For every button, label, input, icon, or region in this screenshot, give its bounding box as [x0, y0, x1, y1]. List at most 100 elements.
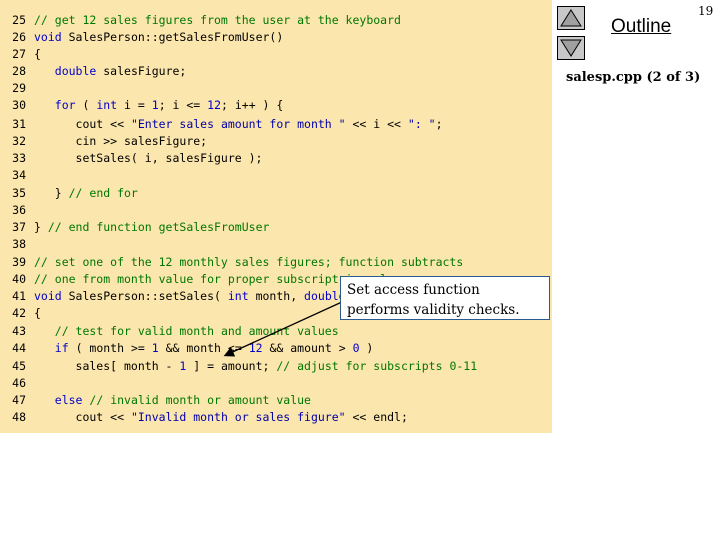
code-token: // set one of the 12 monthly sales figur…: [34, 255, 464, 269]
code-token: "Invalid month or sales figure": [130, 410, 346, 424]
code-token: {: [34, 306, 41, 320]
code-token: ; i <=: [158, 98, 208, 112]
code-token: sales[ month -: [34, 359, 180, 373]
code-token: // test for valid month and amount value…: [54, 324, 339, 338]
code-token: SalesPerson::setSales(: [61, 289, 228, 303]
line-number: 41: [12, 289, 26, 303]
code-token: SalesPerson::getSalesFromUser(): [61, 30, 284, 44]
line-number: 38: [12, 237, 26, 251]
code-token: int: [227, 289, 249, 303]
code-token: 1: [151, 98, 159, 112]
code-token: << endl;: [345, 410, 408, 424]
line-number: 46: [12, 376, 26, 390]
line-number: 39: [12, 255, 26, 269]
previous-slide-button[interactable]: [557, 6, 585, 30]
next-slide-button[interactable]: [557, 36, 585, 60]
code-token: month,: [248, 289, 305, 303]
code-line: 26 void SalesPerson::getSalesFromUser(): [0, 29, 283, 46]
code-panel: 25 // get 12 sales figures from the user …: [0, 0, 552, 433]
line-number: 32: [12, 134, 26, 148]
callout-text: Set access function performs validity ch…: [347, 282, 520, 318]
code-line: 45 sales[ month - 1 ] = amount; // adjus…: [0, 358, 477, 375]
code-token: void: [34, 289, 62, 303]
code-line: 35 } // end for: [0, 185, 138, 202]
code-token: && amount >: [262, 341, 353, 355]
triangle-down-icon: [560, 39, 582, 57]
code-token: ): [359, 341, 374, 355]
code-token: 1: [151, 341, 159, 355]
code-token: (: [75, 98, 97, 112]
code-line: 38: [0, 236, 34, 253]
code-token: 12: [248, 341, 263, 355]
line-number: 48: [12, 410, 26, 424]
code-token: else: [54, 393, 83, 407]
code-token: // invalid month or amount value: [89, 393, 311, 407]
code-line: 37} // end function getSalesFromUser: [0, 219, 269, 236]
code-line: 31 cout << "Enter sales amount for month…: [0, 116, 443, 133]
code-line: 29: [0, 80, 34, 97]
code-token: setSales( i, salesFigure );: [34, 151, 263, 165]
line-number: 28: [12, 64, 26, 78]
code-line: 30 for ( int i = 1; i <= 12; i++ ) {: [0, 97, 283, 114]
code-token: << i <<: [345, 117, 408, 131]
code-token: {: [34, 47, 41, 61]
code-token: }: [34, 186, 69, 200]
code-token: double: [54, 64, 97, 78]
code-token: ] = amount;: [186, 359, 277, 373]
code-token: "Enter sales amount for month ": [130, 117, 346, 131]
code-line: 27 {: [0, 46, 41, 63]
code-token: ": ": [407, 117, 436, 131]
line-number: 31: [12, 117, 26, 131]
line-number: 35: [12, 186, 26, 200]
line-number: 47: [12, 393, 26, 407]
code-line: 33 setSales( i, salesFigure );: [0, 150, 262, 167]
code-token: // end function getSalesFromUser: [47, 220, 270, 234]
code-token: salesFigure;: [96, 64, 187, 78]
code-token: i =: [117, 98, 152, 112]
triangle-up-icon: [560, 9, 582, 27]
code-line: 36: [0, 202, 34, 219]
line-number: 25: [12, 13, 26, 27]
code-line: 42 {: [0, 305, 41, 322]
code-token: if: [54, 341, 69, 355]
line-number: 33: [12, 151, 26, 165]
code-line: 25 // get 12 sales figures from the user …: [0, 12, 401, 29]
code-token: cout <<: [34, 117, 131, 131]
code-line: 39 // set one of the 12 monthly sales fig…: [0, 254, 463, 271]
line-number: 37: [12, 220, 26, 234]
code-token: cout <<: [34, 410, 131, 424]
code-token: cin >> salesFigure;: [34, 134, 208, 148]
code-token: // adjust for subscripts 0-11: [276, 359, 478, 373]
line-number: 30: [12, 98, 26, 112]
outline-link[interactable]: Outline: [611, 16, 671, 38]
callout-box: Set access function performs validity ch…: [340, 276, 550, 320]
line-number: 40: [12, 272, 26, 286]
code-token: && month <=: [158, 341, 249, 355]
code-line: 46: [0, 375, 34, 392]
code-token: for: [54, 98, 76, 112]
code-line: 34: [0, 167, 34, 184]
code-token: 0: [352, 341, 360, 355]
code-line: 32 cin >> salesFigure;: [0, 133, 207, 150]
code-token: // end for: [68, 186, 138, 200]
code-token: ;: [435, 117, 443, 131]
code-line: 48 cout << "Invalid month or sales figur…: [0, 409, 408, 426]
line-number: 45: [12, 359, 26, 373]
code-token: ( month >=: [68, 341, 152, 355]
code-token: ; i++ ) {: [221, 98, 284, 112]
code-line: 43 // test for valid month and amount va…: [0, 323, 339, 340]
code-line: 28 double salesFigure;: [0, 63, 186, 80]
code-token: 12: [207, 98, 222, 112]
line-number: 34: [12, 168, 26, 182]
line-number: 27: [12, 47, 26, 61]
line-number: 43: [12, 324, 26, 338]
code-line: 47 else // invalid month or amount value: [0, 392, 311, 409]
code-token: void: [34, 30, 62, 44]
code-line: 44 if ( month >= 1 && month <= 12 && amo…: [0, 340, 373, 357]
code-token: // get 12 sales figures from the user at…: [34, 13, 401, 27]
